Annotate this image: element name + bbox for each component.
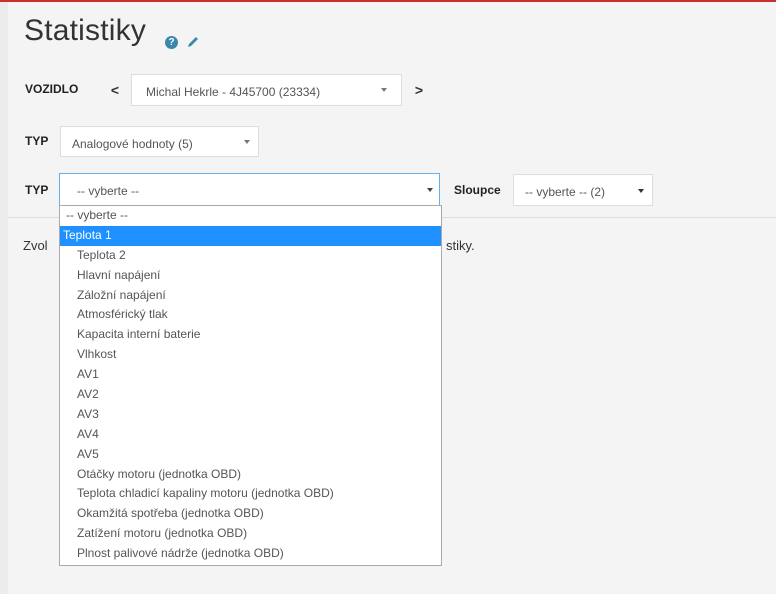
vehicle-select-value: Michal Hekrle - 4J45700 (23334)	[146, 85, 321, 99]
vehicle-label: VOZIDLO	[25, 82, 79, 96]
caret-down-icon	[244, 140, 250, 144]
type-filter-label: TYP	[25, 134, 49, 148]
top-accent-line	[0, 0, 776, 2]
dropdown-option[interactable]: Okamžitá spotřeba (jednotka OBD)	[60, 504, 441, 524]
type-select-value: -- vyberte --	[77, 184, 140, 198]
type-select-dropdown[interactable]: -- vyberte -- Teplota 1 Teplota 2 Hlavní na…	[59, 205, 442, 566]
columns-select-value: -- vyberte -- (2)	[525, 185, 606, 199]
vehicle-prev-button[interactable]: <	[102, 75, 128, 105]
dropdown-option[interactable]: AV1	[60, 365, 441, 385]
left-edge	[0, 2, 8, 594]
dropdown-option[interactable]: Teplota chladicí kapaliny motoru (jednot…	[60, 484, 441, 504]
help-icon[interactable]: ?	[165, 36, 178, 49]
dropdown-option[interactable]: Vlhkost	[60, 345, 441, 365]
dropdown-option[interactable]: Záložní napájení	[60, 286, 441, 306]
dropdown-option[interactable]: AV2	[60, 385, 441, 405]
type-select-label: TYP	[25, 183, 49, 197]
dropdown-option[interactable]: Plnost palivové nádrže (jednotka OBD)	[60, 544, 441, 564]
dropdown-option[interactable]: -- vyberte --	[60, 206, 441, 226]
info-message-start: Zvol	[23, 238, 48, 253]
caret-down-icon	[381, 88, 387, 92]
columns-select[interactable]: -- vyberte -- (2)	[513, 174, 653, 206]
dropdown-option[interactable]: Teplota 2	[60, 246, 441, 266]
page-title: Statistiky	[24, 14, 147, 47]
dropdown-option[interactable]: Hlavní napájení	[60, 266, 441, 286]
info-message-end: stiky.	[446, 238, 475, 253]
type-select[interactable]: -- vyberte --	[59, 173, 440, 206]
dropdown-option[interactable]: Otáčky motoru (jednotka OBD)	[60, 465, 441, 485]
dropdown-option[interactable]: AV3	[60, 405, 441, 425]
vehicle-next-button[interactable]: >	[406, 75, 432, 105]
dropdown-option[interactable]: Zatížení motoru (jednotka OBD)	[60, 524, 441, 544]
columns-label: Sloupce	[454, 183, 501, 197]
dropdown-option[interactable]: AV4	[60, 425, 441, 445]
dropdown-option[interactable]: Atmosférický tlak	[60, 305, 441, 325]
chevron-right-icon: >	[414, 82, 424, 98]
vehicle-select[interactable]: Michal Hekrle - 4J45700 (23334)	[131, 74, 402, 106]
caret-down-icon	[638, 189, 644, 193]
dropdown-option[interactable]: Teplota 1	[60, 225, 441, 246]
dropdown-option[interactable]: AV5	[60, 445, 441, 465]
chevron-left-icon: <	[110, 82, 120, 98]
type-filter-select[interactable]: Analogové hodnoty (5)	[60, 126, 259, 157]
dropdown-option[interactable]: Kapacita interní baterie	[60, 325, 441, 345]
caret-down-icon	[427, 188, 433, 192]
type-filter-value: Analogové hodnoty (5)	[72, 137, 193, 151]
pencil-icon[interactable]	[186, 35, 200, 49]
